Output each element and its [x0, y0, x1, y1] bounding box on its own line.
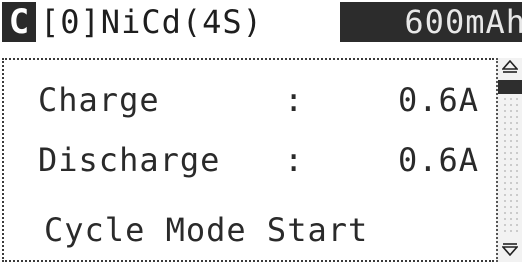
charge-label: Charge — [38, 81, 160, 119]
triangle-down-icon[interactable] — [500, 242, 520, 260]
charge-separator: : — [284, 81, 305, 119]
scroll-thumb[interactable] — [498, 80, 522, 94]
discharge-separator: : — [284, 141, 305, 179]
lcd-screen: C [0]NiCd(4S) 600mAh Charge : 0.6A Disch… — [0, 0, 522, 265]
scroll-track[interactable] — [502, 96, 518, 236]
scrollbar[interactable] — [496, 58, 522, 262]
mode-badge: C — [2, 2, 36, 42]
capacity-value: 600mAh — [404, 3, 522, 41]
battery-slot-label: [0]NiCd(4S) — [40, 3, 263, 41]
discharge-current-value[interactable]: 0.6A — [398, 140, 479, 180]
cycle-mode-start-button[interactable]: Cycle Mode Start — [44, 210, 368, 250]
charge-current-value[interactable]: 0.6A — [398, 80, 479, 120]
discharge-label: Discharge — [38, 141, 221, 179]
capacity-badge: 600mAh — [340, 2, 522, 42]
scroll-up-glyph — [501, 59, 519, 73]
scroll-down-glyph — [501, 243, 519, 257]
settings-panel: Charge : 0.6A Discharge : 0.6A Cycle Mod… — [2, 58, 494, 262]
status-bar: C [0]NiCd(4S) 600mAh — [0, 0, 522, 46]
triangle-up-icon[interactable] — [500, 59, 520, 78]
